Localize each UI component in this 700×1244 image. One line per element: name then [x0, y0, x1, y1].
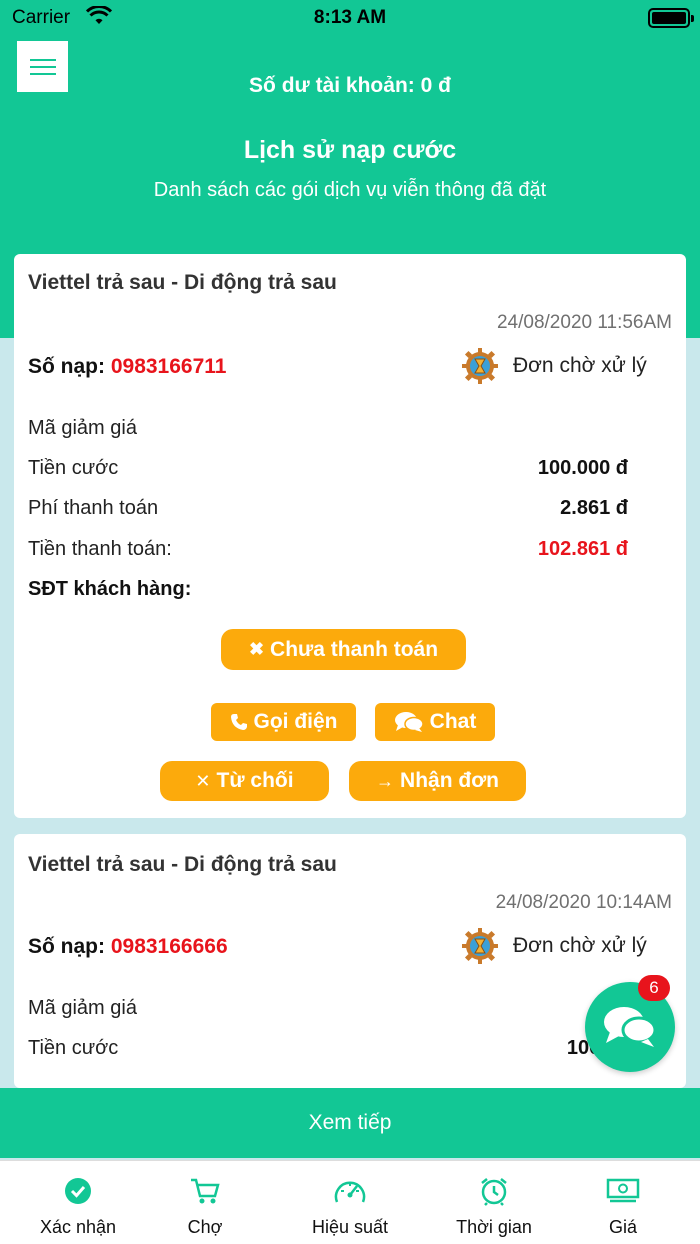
account-balance: Số dư tài khoản: 0 đ — [249, 74, 451, 97]
total-value: 102.861 đ — [537, 538, 628, 560]
order-status: Đơn chờ xử lý — [462, 928, 647, 964]
status-label: Đơn chờ xử lý — [513, 354, 647, 377]
payment-fee-value: 2.861 đ — [560, 497, 628, 519]
call-label: Gọi điện — [253, 710, 338, 733]
phone-number-row: Số nạp: 0983166666 — [28, 935, 228, 959]
order-card: Viettel trả sau - Di động trả sau 24/08/… — [14, 254, 686, 818]
tab-label: Chợ — [187, 1217, 223, 1237]
speedometer-icon — [333, 1175, 367, 1207]
tab-label: Thời gian — [456, 1217, 532, 1237]
notification-badge: 6 — [638, 975, 670, 1001]
order-datetime: 24/08/2020 11:56AM — [496, 312, 672, 333]
accept-button[interactable]: → Nhận đơn — [349, 761, 526, 801]
order-datetime: 24/08/2020 10:14AM — [495, 892, 672, 913]
accept-label: Nhận đơn — [400, 769, 499, 792]
order-status: Đơn chờ xử lý — [462, 348, 647, 384]
payment-status-button[interactable]: ✖ Chưa thanh toán — [221, 629, 466, 670]
arrow-right-icon: → — [376, 770, 395, 791]
reject-label: Từ chối — [216, 769, 294, 792]
tab-label: Hiệu suất — [311, 1217, 389, 1237]
pending-gear-icon — [462, 348, 498, 384]
tab-time[interactable]: Thời gian — [444, 1161, 544, 1244]
payment-fee-label: Phí thanh toán — [28, 497, 159, 519]
battery-icon — [648, 8, 694, 28]
money-icon — [606, 1175, 640, 1207]
alarm-clock-icon — [479, 1175, 509, 1207]
customer-phone-label: SĐT khách hàng: — [28, 578, 192, 600]
call-button[interactable]: Gọi điện — [211, 703, 356, 741]
phone-icon — [230, 714, 247, 730]
tab-price[interactable]: Giá — [583, 1161, 663, 1244]
close-icon: ✖ — [248, 639, 265, 659]
phone-number: 0983166711 — [110, 355, 227, 378]
check-circle-icon — [64, 1175, 92, 1207]
fee-label: Tiền cước — [28, 457, 119, 479]
order-card: Viettel trả sau - Di động trả sau 24/08/… — [14, 834, 686, 1088]
phone-label: Số nạp: — [28, 935, 105, 958]
x-icon: ✕ — [195, 770, 211, 791]
bottom-tab-bar: Xác nhận Chợ Hiệu suất Thời gian Giá — [0, 1160, 700, 1244]
payment-status-label: Chưa thanh toán — [270, 637, 439, 661]
chat-button[interactable]: Chat — [375, 703, 495, 741]
tab-confirm[interactable]: Xác nhận — [28, 1161, 128, 1244]
tab-market[interactable]: Chợ — [160, 1161, 250, 1244]
phone-label: Số nạp: — [28, 355, 105, 378]
page-title: Lịch sử nạp cước — [243, 136, 457, 164]
total-label: Tiền thanh toán: — [28, 538, 172, 560]
tab-label: Xác nhận — [39, 1217, 117, 1237]
tab-performance[interactable]: Hiệu suất — [295, 1161, 405, 1244]
chat-bubbles-icon — [394, 712, 424, 732]
reject-button[interactable]: ✕ Từ chối — [160, 761, 329, 801]
chat-label: Chat — [429, 710, 477, 733]
load-more-button[interactable]: Xem tiếp — [0, 1088, 700, 1158]
chat-bubbles-icon — [604, 1007, 657, 1047]
status-bar: Carrier 8:13 AM — [0, 0, 700, 36]
fee-label: Tiền cước — [28, 1037, 119, 1059]
service-name: Viettel trả sau - Di động trả sau — [28, 271, 337, 294]
status-label: Đơn chờ xử lý — [513, 934, 647, 957]
service-name: Viettel trả sau - Di động trả sau — [28, 853, 337, 876]
tab-label: Giá — [608, 1217, 637, 1237]
pending-gear-icon — [462, 928, 498, 964]
phone-number-row: Số nạp: 0983166711 — [28, 355, 226, 379]
discount-label: Mã giảm giá — [28, 997, 137, 1019]
fee-value: 100.000 đ — [537, 457, 628, 479]
discount-label: Mã giảm giá — [28, 417, 137, 439]
hamburger-icon — [29, 58, 56, 75]
page-subtitle: Danh sách các gói dịch vụ viễn thông đã … — [153, 179, 547, 201]
phone-number: 0983166666 — [110, 935, 228, 958]
cart-icon — [190, 1175, 220, 1207]
clock: 8:13 AM — [313, 7, 387, 28]
